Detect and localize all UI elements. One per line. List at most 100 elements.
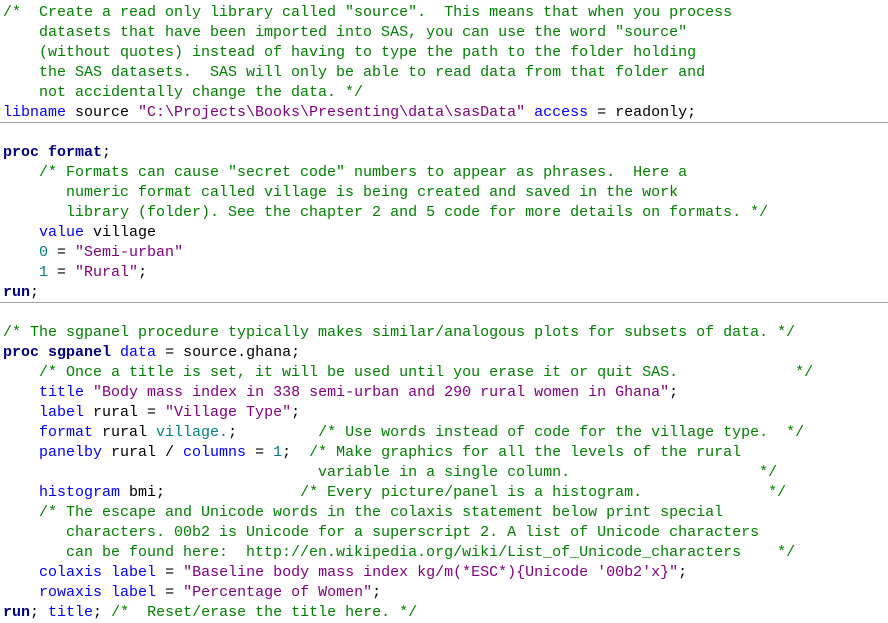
keyword-token: label bbox=[111, 564, 157, 581]
keyword-token: label bbox=[39, 404, 85, 421]
keyword-token: value bbox=[39, 224, 85, 241]
code-token: village bbox=[84, 224, 157, 241]
code-token: ; bbox=[678, 564, 688, 581]
code-line[interactable]: /* Create a read only library called "so… bbox=[0, 3, 888, 23]
comment-token: numeric format called village is being c… bbox=[3, 184, 679, 201]
code-editor[interactable]: /* Create a read only library called "so… bbox=[0, 3, 888, 623]
step-keyword-token: run bbox=[3, 604, 31, 621]
code-line[interactable]: /* Formats can cause "secret code" numbe… bbox=[0, 163, 888, 183]
code-line[interactable]: libname source "C:\Projects\Books\Presen… bbox=[0, 103, 888, 123]
proc-sgpanel-block: /* The sgpanel procedure typically makes… bbox=[0, 303, 888, 623]
comment-token: the SAS datasets. SAS will only be able … bbox=[3, 64, 706, 81]
code-line[interactable] bbox=[0, 123, 888, 143]
format-name-token: village. bbox=[156, 424, 229, 441]
comment-token: variable in a single column. */ bbox=[3, 464, 778, 481]
string-token: "C:\Projects\Books\Presenting\data\sasDa… bbox=[138, 104, 526, 121]
code-line[interactable]: 0 = "Semi-urban" bbox=[0, 243, 888, 263]
code-token: = bbox=[246, 444, 274, 461]
proc-format-block: proc format; /* Formats can cause "secre… bbox=[0, 123, 888, 303]
code-line[interactable]: colaxis label = "Baseline body mass inde… bbox=[0, 563, 888, 583]
code-line[interactable]: can be found here: http://en.wikipedia.o… bbox=[0, 543, 888, 563]
keyword-token: panelby bbox=[39, 444, 103, 461]
keyword-token: libname bbox=[3, 104, 67, 121]
code-token: ; bbox=[93, 604, 112, 621]
comment-token: /* The escape and Unicode words in the c… bbox=[3, 504, 724, 521]
comment-token: can be found here: http://en.wikipedia.o… bbox=[3, 544, 796, 561]
code-token: ; bbox=[291, 404, 301, 421]
keyword-token: label bbox=[111, 584, 157, 601]
code-token: ; bbox=[30, 604, 49, 621]
comment-token: /* Use words instead of code for the vil… bbox=[318, 424, 805, 441]
code-line[interactable]: title "Body mass index in 338 semi-urban… bbox=[0, 383, 888, 403]
step-keyword-token: proc format bbox=[3, 144, 103, 161]
code-line[interactable]: label rural = "Village Type"; bbox=[0, 403, 888, 423]
code-token: ; bbox=[228, 424, 238, 441]
code-line[interactable]: value village bbox=[0, 223, 888, 243]
code-token: ; bbox=[102, 144, 112, 161]
code-token: = bbox=[48, 264, 76, 281]
code-line[interactable]: variable in a single column. */ bbox=[0, 463, 888, 483]
string-token: "Baseline body mass index kg/m(*ESC*){Un… bbox=[183, 564, 679, 581]
code-line[interactable]: run; bbox=[0, 283, 888, 303]
code-line[interactable]: library (folder). See the chapter 2 and … bbox=[0, 203, 888, 223]
code-line[interactable]: proc sgpanel data = source.ghana; bbox=[0, 343, 888, 363]
code-line[interactable]: datasets that have been imported into SA… bbox=[0, 23, 888, 43]
number-token: 1 bbox=[273, 444, 283, 461]
code-token: rural / bbox=[102, 444, 184, 461]
code-line[interactable]: format rural village.; /* Use words inst… bbox=[0, 423, 888, 443]
keyword-token: histogram bbox=[39, 484, 121, 501]
code-token: ; bbox=[669, 384, 679, 401]
code-line[interactable]: run; title; /* Reset/erase the title her… bbox=[0, 603, 888, 623]
keyword-token: colaxis bbox=[39, 564, 103, 581]
code-line[interactable] bbox=[0, 303, 888, 323]
code-line[interactable]: not accidentally change the data. */ bbox=[0, 83, 888, 103]
comment-token: (without quotes) instead of having to ty… bbox=[3, 44, 697, 61]
code-line[interactable]: histogram bmi; /* Every picture/panel is… bbox=[0, 483, 888, 503]
string-token: "Rural" bbox=[75, 264, 139, 281]
code-token: = bbox=[48, 244, 76, 261]
string-token: "Village Type" bbox=[165, 404, 292, 421]
code-line[interactable]: /* Once a title is set, it will be used … bbox=[0, 363, 888, 383]
code-token: ; bbox=[372, 584, 382, 601]
code-line[interactable]: numeric format called village is being c… bbox=[0, 183, 888, 203]
comment-token: /* Create a read only library called "so… bbox=[3, 4, 733, 21]
comment-token: /* Once a title is set, it will be used … bbox=[3, 364, 814, 381]
string-token: "Semi-urban" bbox=[75, 244, 184, 261]
code-token: = readonly; bbox=[588, 104, 697, 121]
code-token: = bbox=[156, 584, 184, 601]
keyword-token: format bbox=[39, 424, 94, 441]
number-token: 1 bbox=[39, 264, 49, 281]
code-line[interactable]: 1 = "Rural"; bbox=[0, 263, 888, 283]
code-token: ; bbox=[282, 444, 310, 461]
code-line[interactable]: rowaxis label = "Percentage of Women"; bbox=[0, 583, 888, 603]
code-line[interactable]: /* The sgpanel procedure typically makes… bbox=[0, 323, 888, 343]
keyword-token: title bbox=[39, 384, 85, 401]
code-line[interactable]: (without quotes) instead of having to ty… bbox=[0, 43, 888, 63]
comment-token: /* Make graphics for all the levels of t… bbox=[309, 444, 742, 461]
code-line[interactable]: proc format; bbox=[0, 143, 888, 163]
number-token: 0 bbox=[39, 244, 49, 261]
code-line[interactable]: the SAS datasets. SAS will only be able … bbox=[0, 63, 888, 83]
step-keyword-token: run bbox=[3, 284, 31, 301]
code-token: bmi; bbox=[120, 484, 166, 501]
step-keyword-token: proc sgpanel bbox=[3, 344, 112, 361]
code-line[interactable]: /* The escape and Unicode words in the c… bbox=[0, 503, 888, 523]
code-line[interactable]: characters. 00b2 is Unicode for a supers… bbox=[0, 523, 888, 543]
code-line[interactable]: panelby rural / columns = 1; /* Make gra… bbox=[0, 443, 888, 463]
keyword-token: access bbox=[534, 104, 589, 121]
code-token: rural = bbox=[84, 404, 166, 421]
comment-token: characters. 00b2 is Unicode for a supers… bbox=[3, 524, 760, 541]
